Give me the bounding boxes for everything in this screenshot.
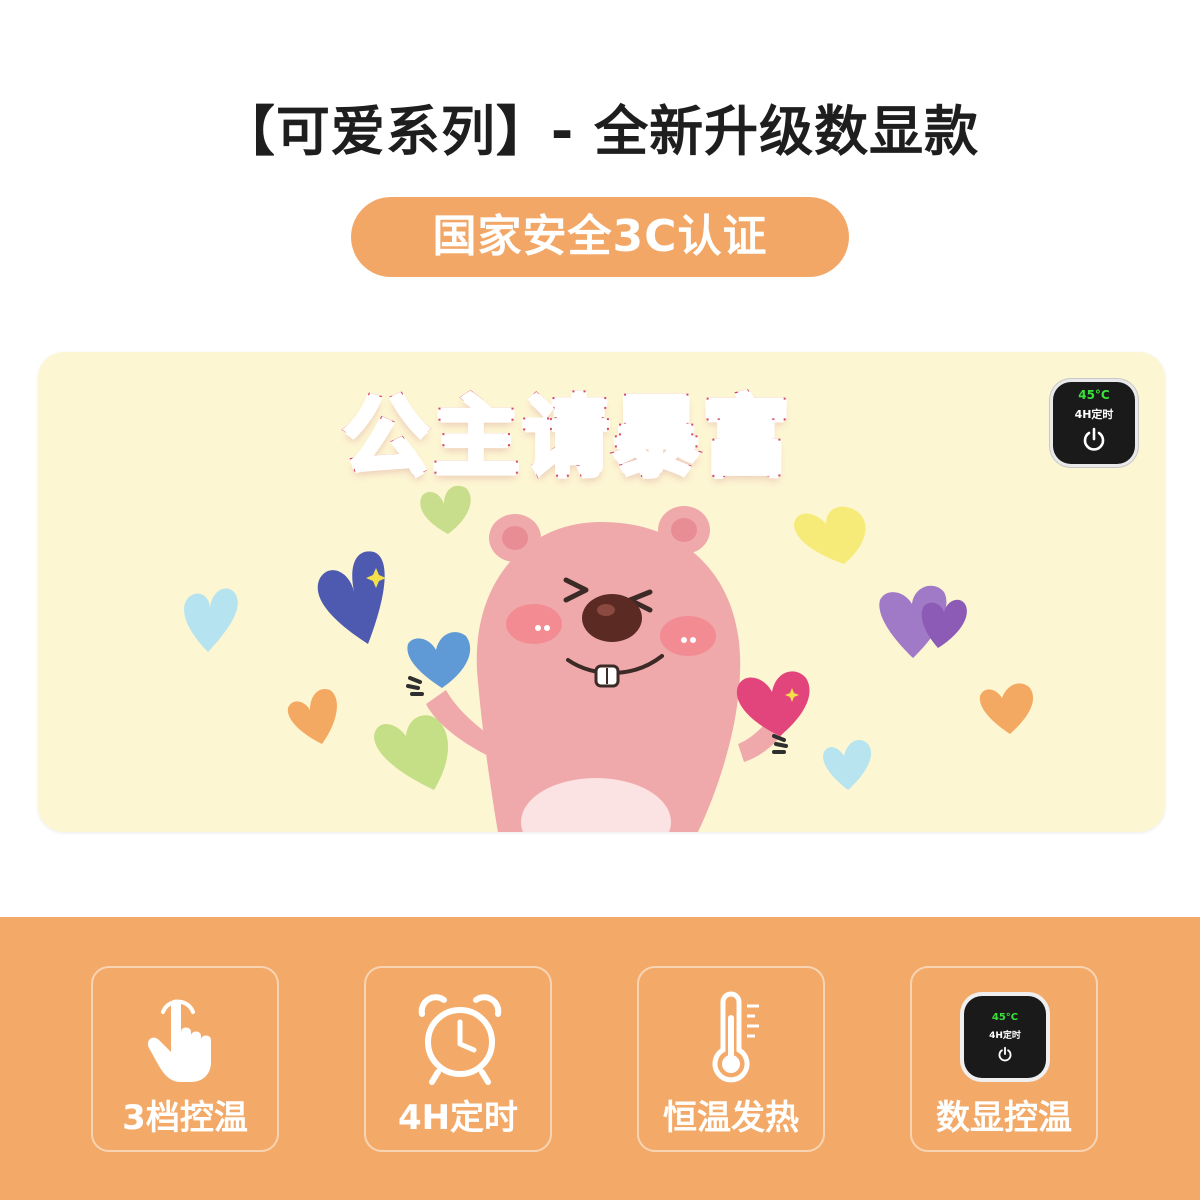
feature-label: 3档控温 (122, 1098, 248, 1138)
power-icon (998, 1046, 1012, 1062)
feature-label: 数显控温 (936, 1098, 1072, 1138)
feature-card-timer: 4H定时 (364, 966, 552, 1152)
heart-orange-right-icon (979, 683, 1034, 734)
controller-temperature: 45°C (1078, 388, 1110, 402)
feature-card-constant-heat: 恒温发热 (637, 966, 825, 1152)
heart-yellow-icon (794, 506, 866, 564)
heart-orange-left-icon (287, 688, 337, 744)
heart-lime-top-icon (420, 485, 471, 534)
power-icon[interactable] (1081, 426, 1107, 452)
certification-badge: 国家安全3C认证 (351, 197, 849, 277)
heart-navy-icon (317, 551, 385, 644)
heart-magenta-held-icon (736, 671, 810, 736)
feature-label: 4H定时 (397, 1098, 519, 1138)
mat-slogan: 公主请暴富 (341, 385, 793, 489)
heart-light-blue-right-icon (823, 740, 872, 790)
temperature-controller[interactable]: 45°C 4H定时 (1053, 382, 1135, 464)
pink-beaver-character (426, 506, 796, 832)
mini-controller-temperature: 45°C (991, 1012, 1019, 1023)
tap-hand-icon (147, 999, 211, 1082)
page-title: 【可爱系列】- 全新升级数显款 (220, 100, 980, 163)
controller-timer: 4H定时 (1074, 408, 1114, 421)
heating-mat-product: 公主请暴富 45°C 4H定时 (38, 352, 1165, 832)
feature-band: 3档控温 4H定时 恒温发热 45°C 4H定时 数显控温 (0, 917, 1200, 1200)
alarm-clock-icon (418, 994, 502, 1085)
feature-card-temperature-levels: 3档控温 (91, 966, 279, 1152)
thermometer-icon (712, 991, 759, 1083)
mini-controller-timer: 4H定时 (989, 1031, 1021, 1041)
digital-controller-icon: 45°C 4H定时 (964, 996, 1046, 1078)
feature-label: 恒温发热 (663, 1098, 799, 1138)
feature-card-digital-display: 45°C 4H定时 数显控温 (910, 966, 1098, 1152)
heart-light-blue-left-icon (184, 588, 238, 652)
heart-green-icon (374, 715, 449, 790)
